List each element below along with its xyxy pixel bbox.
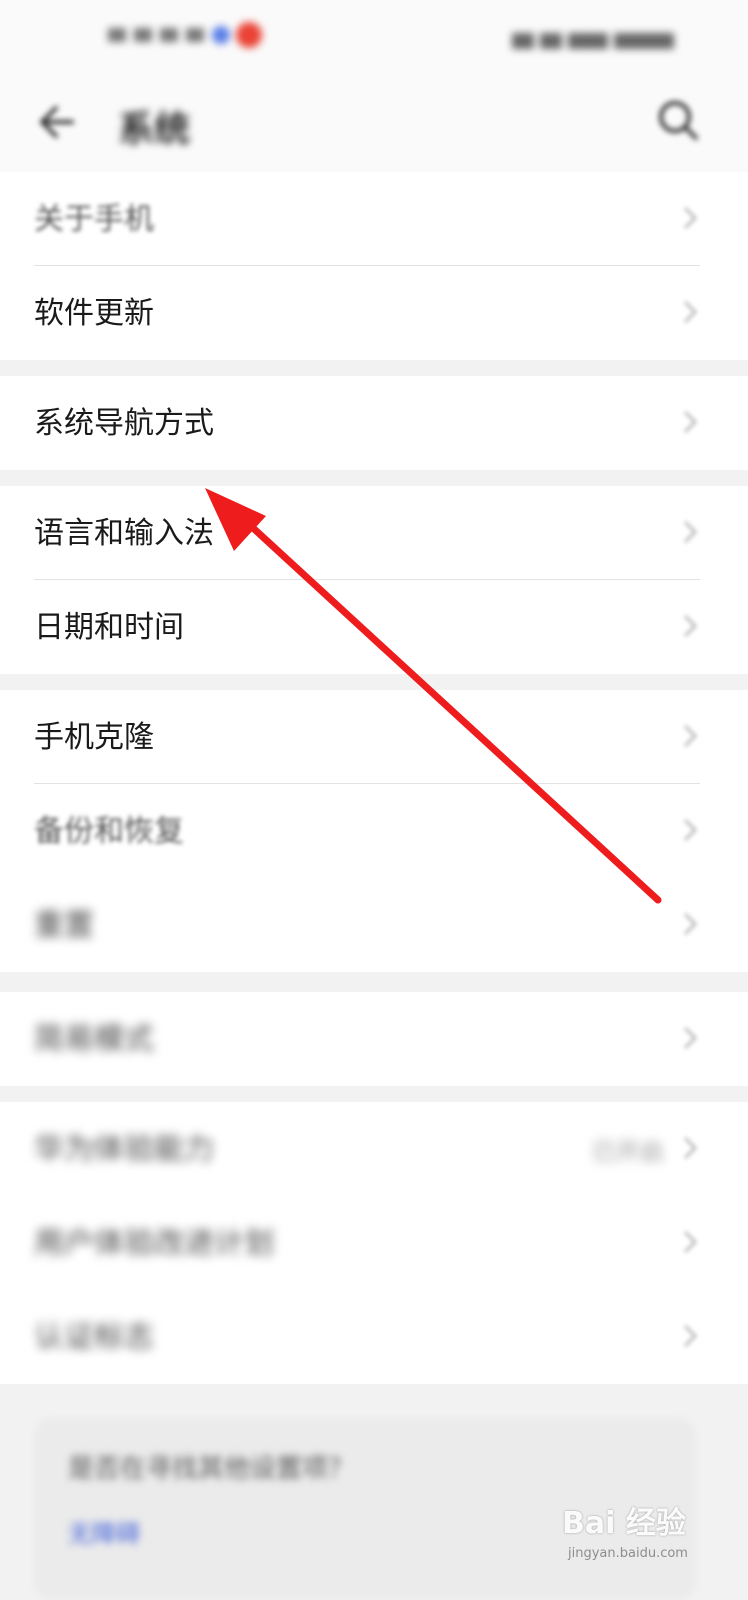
chevron-right-icon bbox=[682, 1135, 698, 1161]
setting-label: 简易模式 bbox=[34, 1022, 154, 1057]
status-icons-right bbox=[512, 30, 702, 50]
setting-label: 备份和恢复 bbox=[34, 814, 184, 849]
setting-label: 语言和输入法 bbox=[34, 516, 214, 551]
vibrate-icon bbox=[512, 32, 534, 49]
settings-group-device: 关于手机 软件更新 bbox=[0, 172, 748, 360]
setting-language-input[interactable]: 语言和输入法 bbox=[0, 486, 748, 580]
chevron-right-icon bbox=[682, 1025, 698, 1051]
chevron-right-icon bbox=[682, 723, 698, 749]
app-header: 系统 bbox=[0, 80, 748, 172]
setting-label: 软件更新 bbox=[34, 296, 154, 331]
clock-text bbox=[614, 32, 674, 49]
battery-icon bbox=[568, 32, 608, 49]
setting-reset[interactable]: 重置 bbox=[0, 878, 748, 972]
signal-icon bbox=[134, 28, 152, 42]
setting-label: 系统导航方式 bbox=[34, 406, 214, 441]
setting-label: 关于手机 bbox=[34, 202, 154, 237]
chevron-right-icon bbox=[682, 613, 698, 639]
setting-backup-restore[interactable]: 备份和恢复 bbox=[0, 784, 748, 878]
settings-group-experience: 华为体验能力 已开启 用户体验改进计划 认证标志 bbox=[0, 1102, 748, 1384]
settings-group-navigation: 系统导航方式 bbox=[0, 376, 748, 470]
settings-group-language: 语言和输入法 日期和时间 bbox=[0, 486, 748, 674]
setting-certification[interactable]: 认证标志 bbox=[0, 1290, 748, 1384]
chevron-right-icon bbox=[682, 1323, 698, 1349]
watermark-text: Bai 经验 bbox=[562, 1506, 686, 1541]
help-question: 是否在寻找其他设置项？ bbox=[68, 1454, 355, 1484]
setting-date-time[interactable]: 日期和时间 bbox=[0, 580, 748, 674]
setting-simple-mode[interactable]: 简易模式 bbox=[0, 992, 748, 1086]
setting-software-update[interactable]: 软件更新 bbox=[0, 266, 748, 360]
setting-about-phone[interactable]: 关于手机 bbox=[0, 172, 748, 266]
setting-huawei-experience[interactable]: 华为体验能力 已开启 bbox=[0, 1102, 748, 1196]
app-notification-icon bbox=[212, 26, 230, 44]
chevron-right-icon bbox=[682, 205, 698, 231]
chevron-right-icon bbox=[682, 409, 698, 435]
setting-value: 已开启 bbox=[592, 1138, 664, 1166]
wifi-icon bbox=[160, 28, 178, 42]
setting-phone-clone[interactable]: 手机克隆 bbox=[0, 690, 748, 784]
arrow-left-icon[interactable] bbox=[34, 102, 78, 142]
signal-icon bbox=[108, 28, 126, 42]
search-icon[interactable] bbox=[654, 96, 702, 144]
setting-system-navigation[interactable]: 系统导航方式 bbox=[0, 376, 748, 470]
settings-group-simple-mode: 简易模式 bbox=[0, 992, 748, 1086]
setting-label: 用户体验改进计划 bbox=[34, 1226, 274, 1261]
app-notification-icon bbox=[236, 22, 262, 48]
setting-user-experience-plan[interactable]: 用户体验改进计划 bbox=[0, 1196, 748, 1290]
setting-label: 华为体验能力 bbox=[34, 1132, 214, 1167]
setting-label: 手机克隆 bbox=[34, 720, 154, 755]
page-title: 系统 bbox=[118, 109, 191, 150]
accessibility-link[interactable]: 无障碍 bbox=[68, 1514, 140, 1549]
data-speed-icon bbox=[186, 28, 204, 42]
chevron-right-icon bbox=[682, 299, 698, 325]
chevron-right-icon bbox=[682, 911, 698, 937]
setting-label: 认证标志 bbox=[34, 1320, 154, 1355]
baidu-watermark: Bai 经验 jingyan.baidu.com bbox=[562, 1488, 712, 1578]
chevron-right-icon bbox=[682, 1229, 698, 1255]
status-bar bbox=[0, 0, 748, 80]
chevron-right-icon bbox=[682, 519, 698, 545]
watermark-url: jingyan.baidu.com bbox=[568, 1546, 688, 1561]
setting-label: 日期和时间 bbox=[34, 610, 184, 645]
setting-label: 重置 bbox=[34, 908, 94, 943]
settings-group-backup: 手机克隆 备份和恢复 重置 bbox=[0, 690, 748, 972]
status-icons-left bbox=[108, 22, 328, 62]
bluetooth-icon bbox=[540, 32, 562, 49]
chevron-right-icon bbox=[682, 817, 698, 843]
